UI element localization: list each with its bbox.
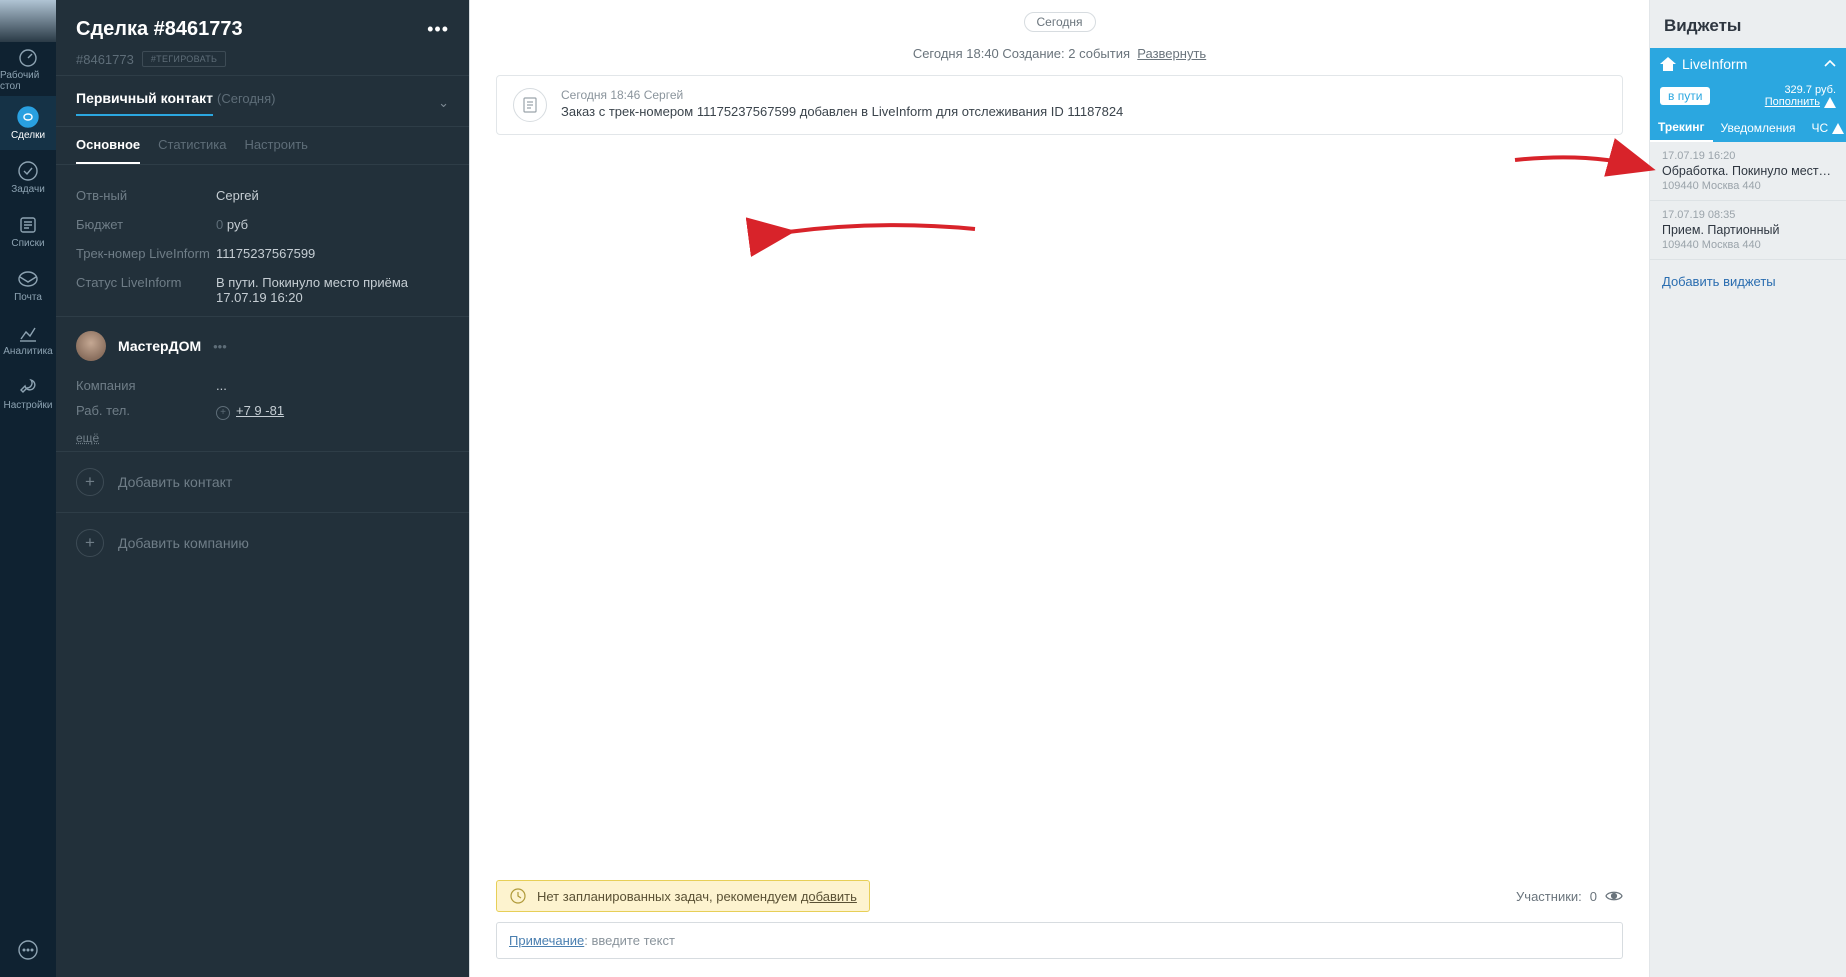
card-meta: Сегодня 18:46 Сергей xyxy=(561,88,1123,102)
event-title: Прием. Партионный xyxy=(1662,223,1834,237)
field-track-label: Трек-номер LiveInform xyxy=(76,246,216,261)
balance-value: 329.7 руб. xyxy=(1765,84,1836,96)
add-company-label: Добавить компанию xyxy=(118,535,249,551)
mail-icon xyxy=(17,268,39,290)
event-timestamp: 17.07.19 16:20 xyxy=(1662,150,1834,162)
add-widgets-link[interactable]: Добавить виджеты xyxy=(1650,260,1846,303)
chevron-down-icon[interactable]: ⌄ xyxy=(438,95,449,111)
eye-icon xyxy=(1605,890,1623,902)
chat-icon xyxy=(17,939,39,961)
note-placeholder: : введите текст xyxy=(584,933,675,948)
liveinform-brand: LiveInform xyxy=(1660,56,1747,72)
card-message: Заказ с трек-номером 11175237567599 доба… xyxy=(561,104,1123,119)
feed-card: Сегодня 18:46 Сергей Заказ с трек-номеро… xyxy=(496,75,1623,135)
gauge-icon xyxy=(17,46,39,68)
tracking-event[interactable]: 17.07.19 08:35 Прием. Партионный 109440 … xyxy=(1650,201,1846,260)
note-label: Примечание xyxy=(509,933,584,948)
check-circle-icon xyxy=(17,160,39,182)
rail-mail[interactable]: Почта xyxy=(0,258,56,312)
event-timestamp: 17.07.19 08:35 xyxy=(1662,209,1834,221)
rail-settings[interactable]: Настройки xyxy=(0,366,56,420)
expand-link[interactable]: Развернуть xyxy=(1137,46,1206,61)
tab-configure[interactable]: Настроить xyxy=(244,137,308,164)
contact-phone-label: Раб. тел. xyxy=(76,403,216,420)
chart-icon xyxy=(17,322,39,344)
deal-id: #8461773 xyxy=(76,52,134,67)
deal-panel: Сделка #8461773 ••• #8461773 #ТЕГИРОВАТЬ… xyxy=(56,0,470,977)
li-tab-tracking[interactable]: Трекинг xyxy=(1650,114,1713,142)
plus-icon: + xyxy=(76,529,104,557)
warning-icon xyxy=(1832,123,1844,134)
add-company-button[interactable]: + Добавить компанию xyxy=(56,512,469,573)
deals-icon xyxy=(17,106,39,128)
contact-company-label: Компания xyxy=(76,378,216,393)
field-budget-label: Бюджет xyxy=(76,217,216,232)
rail-lists[interactable]: Списки xyxy=(0,204,56,258)
rail-deals[interactable]: Сделки xyxy=(0,96,56,150)
primary-contact-date: (Сегодня) xyxy=(217,91,275,106)
widgets-title: Виджеты xyxy=(1650,0,1846,48)
contact-avatar[interactable] xyxy=(76,331,106,361)
add-contact-button[interactable]: + Добавить контакт xyxy=(56,451,469,512)
add-task-link[interactable]: добавить xyxy=(801,889,857,904)
note-icon xyxy=(513,88,547,122)
event-location: 109440 Москва 440 xyxy=(1662,239,1834,251)
rail-analytics[interactable]: Аналитика xyxy=(0,312,56,366)
primary-contact-label: Первичный контакт xyxy=(76,90,213,106)
feed-panel: Сегодня Сегодня 18:40 Создание: 2 событи… xyxy=(470,0,1650,977)
li-tab-notifications[interactable]: Уведомления xyxy=(1713,114,1804,142)
rail-label: Списки xyxy=(11,238,44,249)
deal-title: Сделка #8461773 xyxy=(76,18,243,41)
field-status-value: В пути. Покинуло место приёма 17.07.19 1… xyxy=(216,275,449,305)
contact-menu-icon[interactable]: ••• xyxy=(213,339,227,354)
tracking-event[interactable]: 17.07.19 16:20 Обработка. Покинуло место… xyxy=(1650,142,1846,201)
rail-label: Настройки xyxy=(3,400,52,411)
tab-stats[interactable]: Статистика xyxy=(158,137,226,164)
chevron-up-icon[interactable] xyxy=(1824,60,1836,68)
field-responsible-label: Отв-ный xyxy=(76,188,216,203)
note-input[interactable]: Примечание: введите текст xyxy=(496,922,1623,959)
deal-tabs: Основное Статистика Настроить xyxy=(56,126,469,165)
user-avatar[interactable] xyxy=(0,0,56,42)
participants[interactable]: Участники: 0 xyxy=(1516,889,1623,904)
contact-more-link[interactable]: ещё xyxy=(76,431,99,445)
add-contact-label: Добавить контакт xyxy=(118,474,232,490)
event-location: 109440 Москва 440 xyxy=(1662,180,1834,192)
plus-icon: + xyxy=(76,468,104,496)
field-track-value[interactable]: 11175237567599 xyxy=(216,246,449,261)
rail-dashboard[interactable]: Рабочий стол xyxy=(0,42,56,96)
tab-main[interactable]: Основное xyxy=(76,137,140,164)
wrench-icon xyxy=(17,376,39,398)
contact-phone-value[interactable]: ++7 9 -81 xyxy=(216,403,284,420)
tag-button[interactable]: #ТЕГИРОВАТЬ xyxy=(142,51,226,67)
rail-label: Аналитика xyxy=(3,346,53,357)
list-icon xyxy=(17,214,39,236)
today-chip: Сегодня xyxy=(1024,12,1096,32)
tasks-banner: Нет запланированных задач, рекомендуем д… xyxy=(496,880,870,912)
contact-name[interactable]: МастерДОМ xyxy=(118,338,201,354)
rail-label: Задачи xyxy=(11,184,45,195)
rail-label: Сделки xyxy=(11,130,45,141)
feed-summary: Сегодня 18:40 Создание: 2 события Развер… xyxy=(496,46,1623,61)
field-responsible-value[interactable]: Сергей xyxy=(216,188,449,203)
widgets-panel: Виджеты LiveInform в пути 329.7 руб. Поп… xyxy=(1650,0,1846,977)
liveinform-widget: LiveInform в пути 329.7 руб. Пополнить Т… xyxy=(1650,48,1846,142)
topup-link[interactable]: Пополнить xyxy=(1765,96,1836,108)
add-phone-icon[interactable]: + xyxy=(216,406,230,420)
contact-company-value[interactable]: ... xyxy=(216,378,227,393)
warning-icon xyxy=(1824,97,1836,108)
nav-rail: Рабочий стол Сделки Задачи Списки Почта … xyxy=(0,0,56,977)
li-tab-blacklist[interactable]: ЧС xyxy=(1804,114,1846,142)
event-title: Обработка. Покинуло место приёма xyxy=(1662,164,1834,178)
field-budget-value[interactable]: 0 руб xyxy=(216,217,449,232)
status-badge: в пути xyxy=(1660,87,1710,105)
rail-label: Рабочий стол xyxy=(0,70,56,92)
rail-label: Почта xyxy=(14,292,42,303)
field-status-label: Статус LiveInform xyxy=(76,275,216,305)
clock-icon xyxy=(509,887,527,905)
rail-tasks[interactable]: Задачи xyxy=(0,150,56,204)
house-icon xyxy=(1660,57,1676,71)
deal-menu-icon[interactable]: ••• xyxy=(427,19,449,40)
rail-chat[interactable] xyxy=(0,923,56,977)
